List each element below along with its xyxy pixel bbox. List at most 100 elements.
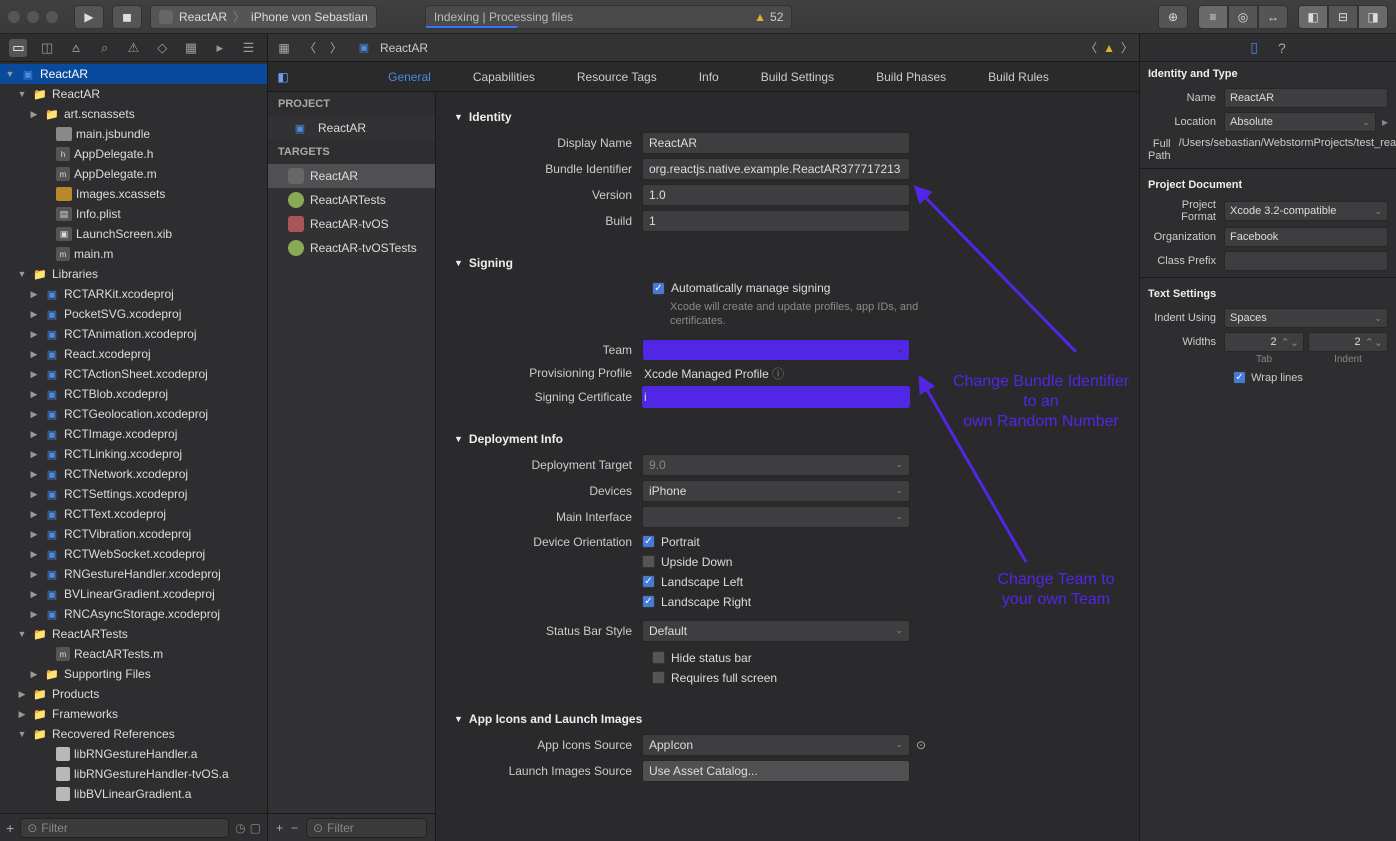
back-button[interactable]: 〈	[300, 39, 320, 56]
test-tab-icon[interactable]: ◇	[153, 39, 171, 57]
standard-editor-icon[interactable]: ≡	[1198, 5, 1228, 29]
info-icon[interactable]: ⓘ	[772, 367, 784, 381]
toggle-debug-icon[interactable]: ⊟	[1328, 5, 1358, 29]
add-icon-source-button[interactable]: ⊙	[916, 738, 926, 752]
portrait-checkbox[interactable]: ✓	[642, 535, 655, 548]
scheme-selector[interactable]: ReactAR 〉 iPhone von Sebastian	[150, 5, 377, 29]
target-row[interactable]: ReactAR	[268, 164, 435, 188]
tree-subproject[interactable]: ▶▣BVLinearGradient.xcodeproj	[0, 584, 267, 604]
forward-button[interactable]: 〉	[326, 39, 346, 56]
bundle-identifier-input[interactable]: org.reactjs.native.example.ReactAR377717…	[642, 158, 910, 180]
auto-signing-checkbox[interactable]: ✓	[652, 282, 665, 295]
tree-group-products[interactable]: ▶📁Products	[0, 684, 267, 704]
tree-subproject[interactable]: ▶▣RCTBlob.xcodeproj	[0, 384, 267, 404]
tab-build-settings[interactable]: Build Settings	[759, 64, 836, 90]
remove-target-button[interactable]: −	[291, 821, 298, 835]
tab-build-rules[interactable]: Build Rules	[986, 64, 1051, 90]
hide-sidebar-icon[interactable]: ◧	[268, 70, 298, 84]
tree-file[interactable]: libRNGestureHandler-tvOS.a	[0, 764, 267, 784]
tab-width-stepper[interactable]: 2⌃⌄	[1224, 332, 1304, 352]
folder-icon[interactable]: ▸	[1382, 115, 1388, 129]
tree-file[interactable]: libBVLinearGradient.a	[0, 784, 267, 804]
target-row[interactable]: ReactAR-tvOS	[268, 212, 435, 236]
editor-mode-segmented[interactable]: ≡ ◎ ↔	[1198, 5, 1288, 29]
display-name-input[interactable]: ReactAR	[642, 132, 910, 154]
build-input[interactable]: 1	[642, 210, 910, 232]
tab-resource-tags[interactable]: Resource Tags	[575, 64, 659, 90]
minimize-window-icon[interactable]	[27, 11, 39, 23]
debug-tab-icon[interactable]: ▦	[182, 39, 200, 57]
tree-file[interactable]: main.jsbundle	[0, 124, 267, 144]
stop-button[interactable]: ◼	[112, 5, 142, 29]
tree-subproject[interactable]: ▶▣RCTARKit.xcodeproj	[0, 284, 267, 304]
tree-file[interactable]: mmain.m	[0, 244, 267, 264]
section-signing[interactable]: ▼Signing	[454, 256, 1121, 270]
tree-subproject[interactable]: ▶▣RNCAsyncStorage.xcodeproj	[0, 604, 267, 624]
section-icons[interactable]: ▼App Icons and Launch Images	[454, 712, 1121, 726]
target-row[interactable]: ReactARTests	[268, 188, 435, 212]
deployment-target-select[interactable]: 9.0⌄	[642, 454, 910, 476]
main-interface-select[interactable]: ⌄	[642, 506, 910, 528]
navigator-filter-input[interactable]: ⊙Filter	[20, 818, 229, 838]
indent-width-stepper[interactable]: 2⌃⌄	[1308, 332, 1388, 352]
zoom-window-icon[interactable]	[46, 11, 58, 23]
tree-group-recovered[interactable]: ▼📁Recovered References	[0, 724, 267, 744]
target-filter-input[interactable]: ⊙Filter	[306, 818, 427, 838]
assistant-editor-icon[interactable]: ◎	[1228, 5, 1258, 29]
breakpoint-tab-icon[interactable]: ▸	[211, 39, 229, 57]
project-format-select[interactable]: Xcode 3.2-compatible⌄	[1224, 201, 1388, 221]
tree-subproject[interactable]: ▶▣RCTGeolocation.xcodeproj	[0, 404, 267, 424]
tree-group[interactable]: ▼📁ReactAR	[0, 84, 267, 104]
tree-file[interactable]: libRNGestureHandler.a	[0, 744, 267, 764]
version-editor-icon[interactable]: ↔	[1258, 5, 1288, 29]
tree-folder[interactable]: ▶📁Supporting Files	[0, 664, 267, 684]
tree-file[interactable]: Images.xcassets	[0, 184, 267, 204]
app-icons-select[interactable]: AppIcon⌄	[642, 734, 910, 756]
tree-subproject[interactable]: ▶▣RCTNetwork.xcodeproj	[0, 464, 267, 484]
tree-subproject[interactable]: ▶▣RCTAnimation.xcodeproj	[0, 324, 267, 344]
tab-build-phases[interactable]: Build Phases	[874, 64, 948, 90]
tab-general[interactable]: General	[386, 64, 433, 90]
recent-icon[interactable]: ◷	[235, 821, 245, 835]
class-prefix-input[interactable]	[1224, 251, 1388, 271]
add-target-button[interactable]: +	[276, 821, 283, 835]
source-control-tab-icon[interactable]: ◫	[38, 39, 56, 57]
scm-icon[interactable]: ▢	[250, 821, 261, 835]
tree-file[interactable]: hAppDelegate.h	[0, 144, 267, 164]
upside-checkbox[interactable]	[642, 555, 655, 568]
organization-input[interactable]: Facebook	[1224, 227, 1388, 247]
tree-subproject[interactable]: ▶▣RCTLinking.xcodeproj	[0, 444, 267, 464]
tree-folder[interactable]: ▶📁art.scnassets	[0, 104, 267, 124]
tree-subproject[interactable]: ▶▣RCTImage.xcodeproj	[0, 424, 267, 444]
landscape-left-checkbox[interactable]: ✓	[642, 575, 655, 588]
file-tree[interactable]: ▼▣ReactAR ▼📁ReactAR ▶📁art.scnassets main…	[0, 62, 267, 813]
tree-subproject[interactable]: ▶▣RCTText.xcodeproj	[0, 504, 267, 524]
symbol-tab-icon[interactable]: ⩟	[67, 39, 85, 57]
tree-file[interactable]: ▣LaunchScreen.xib	[0, 224, 267, 244]
target-row[interactable]: ReactAR-tvOSTests	[268, 236, 435, 260]
report-tab-icon[interactable]: ☰	[240, 39, 258, 57]
tree-group-frameworks[interactable]: ▶📁Frameworks	[0, 704, 267, 724]
indent-using-select[interactable]: Spaces⌄	[1224, 308, 1388, 328]
wrap-lines-checkbox[interactable]: ✓	[1233, 371, 1246, 384]
landscape-right-checkbox[interactable]: ✓	[642, 595, 655, 608]
toggle-navigator-icon[interactable]: ◧	[1298, 5, 1328, 29]
status-bar-select[interactable]: Default⌄	[642, 620, 910, 642]
file-inspector-tab-icon[interactable]: ▯	[1250, 39, 1258, 56]
next-issue-icon[interactable]: 〉	[1121, 39, 1133, 56]
tree-subproject[interactable]: ▶▣RNGestureHandler.xcodeproj	[0, 564, 267, 584]
tree-subproject[interactable]: ▶▣React.xcodeproj	[0, 344, 267, 364]
tree-file[interactable]: mReactARTests.m	[0, 644, 267, 664]
devices-select[interactable]: iPhone⌄	[642, 480, 910, 502]
toggle-inspector-icon[interactable]: ◨	[1358, 5, 1388, 29]
section-deployment[interactable]: ▼Deployment Info	[454, 432, 1121, 446]
tab-info[interactable]: Info	[697, 64, 721, 90]
run-button[interactable]: ▶	[74, 5, 104, 29]
tree-file[interactable]: ▤Info.plist	[0, 204, 267, 224]
inspector-location-select[interactable]: Absolute⌄	[1224, 112, 1376, 132]
inspector-name-input[interactable]: ReactAR	[1224, 88, 1388, 108]
tree-group-libraries[interactable]: ▼📁Libraries	[0, 264, 267, 284]
project-navigator-tab-icon[interactable]: ▭	[9, 39, 27, 57]
warning-icon[interactable]: ▲	[1103, 41, 1115, 55]
prev-issue-icon[interactable]: 〈	[1085, 39, 1097, 56]
